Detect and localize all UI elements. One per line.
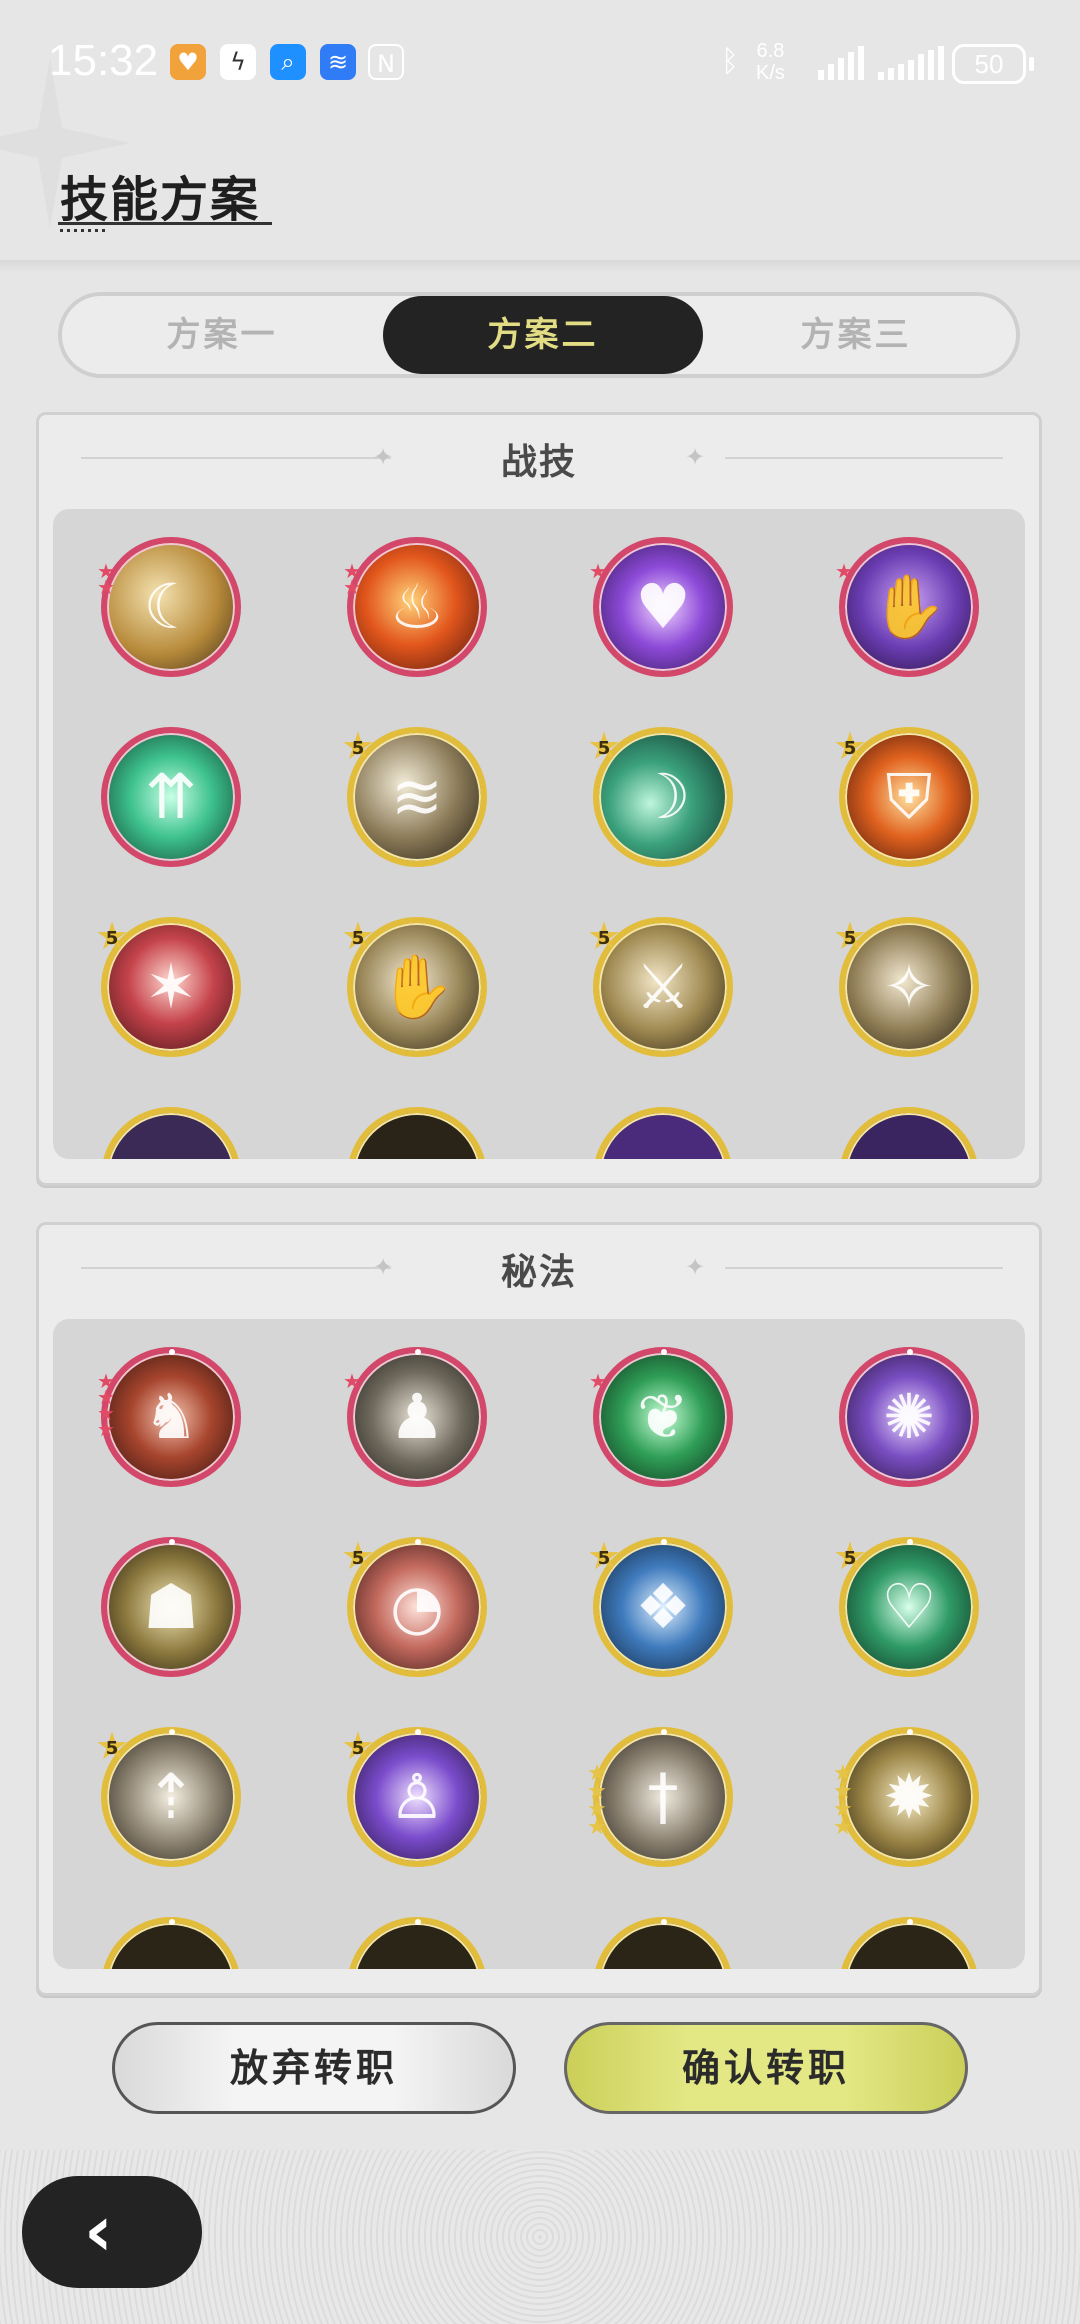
level-badge: ★ 5 — [341, 1724, 376, 1768]
wind-slash-skill-icon[interactable]: ≋ ★ 5 — [341, 727, 487, 867]
star-rank-icon: ★ — [835, 559, 853, 583]
arcana-title: 秘法 — [500, 1252, 577, 1293]
signal-icon — [818, 46, 864, 80]
green-leaf-arcana-icon[interactable]: ❦ ★ — [589, 1347, 733, 1487]
level-badge: ★ 5 — [341, 1534, 376, 1578]
level-badge: ★ 5 — [587, 1534, 622, 1578]
level-badge: ★ 5 — [95, 914, 130, 958]
star-rank-icon: ★ ★ — [97, 559, 115, 599]
fire-shield-skill-icon[interactable]: ⛨ ★ 5 — [833, 727, 979, 867]
skill-slot-partial[interactable] — [101, 1107, 241, 1159]
title-underline — [58, 222, 272, 225]
level-badge: ★ 5 — [587, 914, 622, 958]
sparkle-icon: ✦ — [685, 443, 706, 471]
battle-skills-panel: ✦ 战技 ✦ ☾ ★ ★ ♨ ★ ★ ♥ ★ ✋ ★ ⇈ ≋ ★ 5 ☽ ★ 5 ⛨ ★ 5 — [36, 412, 1042, 1186]
blue-crystal-arcana-icon[interactable]: ❖ ★ 5 — [587, 1537, 733, 1677]
chevron-left-icon: ‹ — [84, 2190, 113, 2272]
green-arrows-up-skill-icon[interactable]: ⇈ — [101, 727, 241, 867]
battery-indicator: 50 — [952, 44, 1034, 84]
star-rank-icon: ★ ★ ★ ★ — [97, 1369, 115, 1441]
wifi-app-icon: ≋ — [320, 44, 356, 80]
battle-skills-title: 战技 — [500, 442, 577, 483]
level-badge: ★ 5 — [833, 914, 868, 958]
app-link-icon: ϟ — [220, 44, 256, 80]
header-line-right — [725, 457, 1003, 459]
level-badge: ★ 5 — [833, 724, 868, 768]
sword-up-arcana-icon[interactable]: ⇡ ★ 5 — [95, 1727, 241, 1867]
signal-icon-2 — [878, 46, 944, 80]
red-burst-figure-skill-icon[interactable]: ✶ ★ 5 — [95, 917, 241, 1057]
grasping-hand-skill-icon[interactable]: ✋ ★ 5 — [341, 917, 487, 1057]
app-heart-icon: ♥ — [170, 44, 206, 80]
search-app-icon: ⌕ — [270, 44, 306, 80]
net-speed-unit: K/s — [756, 62, 785, 84]
arcana-slot-partial[interactable] — [593, 1917, 733, 1969]
arcana-grid: ♞ ★ ★ ★ ★ ♟ ★ ❦ ★ ✺ ☗ ◔ ★ 5 ❖ ★ 5 ♡ ★ 5 ⇡ ★ 5 ♙ ★ 5 — [53, 1319, 1025, 1969]
status-bar: 15:32 ♥ ϟ ⌕ ≋ N ᛒ 6.8 K/s 50 — [0, 0, 1080, 130]
red-warrior-arcana-icon[interactable]: ♞ ★ ★ ★ ★ — [97, 1347, 241, 1487]
arcana-slot-partial[interactable] — [101, 1917, 241, 1969]
skill-slot-partial[interactable] — [839, 1107, 979, 1159]
level-badge: ★ 5 — [341, 724, 376, 768]
level-badge: ★ 5 — [341, 914, 376, 958]
title-dots — [60, 229, 106, 232]
tab-plan-1[interactable]: 方案一 — [62, 296, 382, 374]
network-speed: 6.8 K/s — [756, 40, 785, 84]
level-badge: ★ 5 — [587, 724, 622, 768]
bluetooth-icon: ᛒ — [721, 44, 739, 79]
level-badge: ★ 5 — [833, 1534, 868, 1578]
skill-slot-partial[interactable] — [593, 1107, 733, 1159]
tab-plan-2[interactable]: 方案二 — [383, 296, 703, 374]
purple-heart-skill-icon[interactable]: ♥ ★ — [589, 537, 733, 677]
panel-header: ✦ 战技 ✦ — [39, 415, 1039, 505]
level-badge: ★ 5 — [95, 1724, 130, 1768]
red-wave-arcana-icon[interactable]: ◔ ★ 5 — [341, 1537, 487, 1677]
plan-tabs: 方案一 方案二 方案三 — [58, 292, 1020, 378]
star-rank-icon: ★ ★ ★ ★ — [833, 1761, 853, 1840]
arcana-panel: ✦ 秘法 ✦ ♞ ★ ★ ★ ★ ♟ ★ ❦ ★ ✺ ☗ ◔ ★ 5 ❖ ★ 5 ♡ ★ 5 — [36, 1222, 1042, 1996]
star-rank-icon: ★ — [343, 1369, 361, 1393]
net-speed-value: 6.8 — [756, 40, 785, 62]
star-rank-icon: ★ — [589, 1369, 607, 1393]
arcana-slot-partial[interactable] — [839, 1917, 979, 1969]
star-rank-icon: ★ ★ — [343, 559, 361, 599]
green-heart-heal-arcana-icon[interactable]: ♡ ★ 5 — [833, 1537, 979, 1677]
battle-skills-grid: ☾ ★ ★ ♨ ★ ★ ♥ ★ ✋ ★ ⇈ ≋ ★ 5 ☽ ★ 5 ⛨ ★ 5 ✶ ★ 5 ✋ ★ 5 — [53, 509, 1025, 1159]
abandon-transfer-button[interactable]: 放弃转职 — [112, 2022, 516, 2114]
fire-vortex-skill-icon[interactable]: ♨ ★ ★ — [343, 537, 487, 677]
crescent-sword-skill-icon[interactable]: ⚔ ★ 5 — [587, 917, 733, 1057]
tab-plan-3[interactable]: 方案三 — [696, 296, 1016, 374]
header-line-right — [725, 1267, 1003, 1269]
star-rank-icon: ★ — [589, 559, 607, 583]
dagger-down-arcana-icon[interactable]: † ★ ★ ★ ★ — [587, 1727, 733, 1867]
arcana-slot-partial[interactable] — [347, 1917, 487, 1969]
nfc-icon: N — [368, 44, 404, 80]
leaping-figure-skill-icon[interactable]: ✧ ★ 5 — [833, 917, 979, 1057]
header-divider — [0, 260, 1080, 272]
dodging-figure-arcana-icon[interactable]: ♟ ★ — [343, 1347, 487, 1487]
panel-header: ✦ 秘法 ✦ — [39, 1225, 1039, 1315]
golden-group-arcana-icon[interactable]: ☗ — [101, 1537, 241, 1677]
golden-swirl-arcana-icon[interactable]: ✹ ★ ★ ★ ★ — [833, 1727, 979, 1867]
star-rank-icon: ★ ★ ★ ★ — [587, 1761, 607, 1840]
skill-slot-partial[interactable] — [347, 1107, 487, 1159]
purple-claw-skill-icon[interactable]: ✋ ★ — [835, 537, 979, 677]
confirm-transfer-button[interactable]: 确认转职 — [564, 2022, 968, 2114]
purple-spirit-arcana-icon[interactable]: ✺ — [839, 1347, 979, 1487]
page-title: 技能方案 — [60, 172, 261, 228]
back-button[interactable]: ‹ — [22, 2176, 202, 2288]
green-crescent-skill-icon[interactable]: ☽ ★ 5 — [587, 727, 733, 867]
purple-figure-arcana-icon[interactable]: ♙ ★ 5 — [341, 1727, 487, 1867]
golden-slash-skill-icon[interactable]: ☾ ★ ★ — [97, 537, 241, 677]
sparkle-icon: ✦ — [685, 1253, 706, 1281]
